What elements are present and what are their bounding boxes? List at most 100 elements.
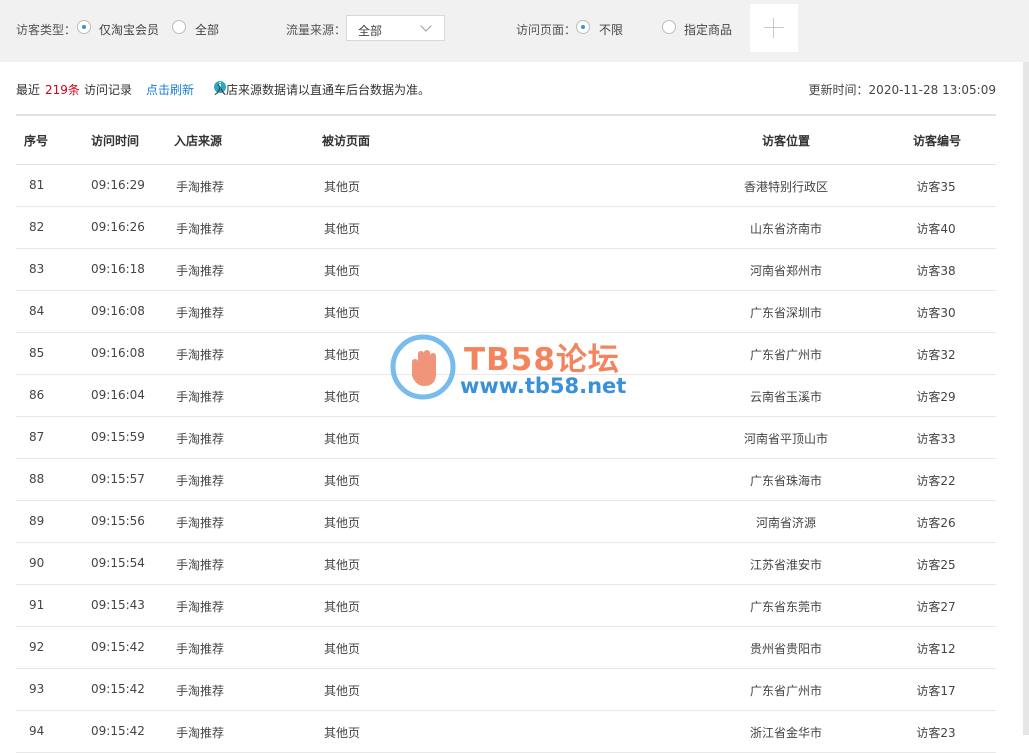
cell-page: 其他页: [324, 726, 361, 740]
cell-page: 其他页: [324, 306, 361, 320]
cell-source: 手淘推荐: [176, 390, 225, 404]
cell-source: 手淘推荐: [176, 726, 225, 740]
cell-visitor-id: 访客29: [916, 390, 956, 404]
watermark-url: www.tb58.net: [460, 374, 627, 398]
cell-source: 手淘推荐: [176, 306, 225, 320]
cell-page: 其他页: [324, 600, 361, 614]
cell-page: 其他页: [324, 390, 361, 404]
cell-time: 09:15:56: [91, 514, 145, 528]
cell-page: 其他页: [324, 180, 361, 194]
header-time: 访问时间: [91, 134, 140, 148]
cell-source: 手淘推荐: [176, 516, 225, 530]
cell-seq: 85: [29, 346, 45, 360]
traffic-source-select[interactable]: 全部: [346, 15, 445, 41]
cell-seq: 86: [29, 388, 45, 402]
records-label: 访问记录: [84, 83, 133, 97]
cell-visitor-id: 访客40: [916, 222, 956, 236]
cell-location: 云南省玉溪市: [749, 390, 822, 404]
cell-source: 手淘推荐: [176, 684, 225, 698]
cell-location: 河南省济源: [755, 516, 816, 530]
cell-visitor-id: 访客25: [916, 558, 956, 572]
info-notice-text: 入店来源数据请以直通车后台数据为准。: [214, 83, 431, 97]
table-row: 87 09:15:59 手淘推荐 其他页 河南省平顶山市 访客33: [16, 417, 996, 459]
radio-unlimited-label[interactable]: 不限: [599, 21, 623, 38]
table-row: 82 09:16:26 手淘推荐 其他页 山东省济南市 访客40: [16, 207, 996, 249]
cell-page: 其他页: [324, 474, 361, 488]
cell-seq: 87: [29, 430, 45, 444]
radio-specific-item[interactable]: [662, 20, 676, 34]
cell-page: 其他页: [324, 684, 361, 698]
cell-visitor-id: 访客32: [916, 348, 956, 362]
cell-page: 其他页: [324, 222, 361, 236]
radio-taobao-member[interactable]: [77, 20, 91, 34]
cell-source: 手淘推荐: [176, 348, 225, 362]
cell-visitor-id: 访客17: [916, 684, 956, 698]
cell-source: 手淘推荐: [176, 432, 225, 446]
cell-time: 09:15:42: [91, 724, 145, 738]
cell-seq: 88: [29, 472, 45, 486]
cell-location: 香港特别行政区: [743, 180, 828, 194]
radio-all-visitors-label[interactable]: 全部: [195, 21, 219, 38]
cell-seq: 82: [29, 220, 45, 234]
cell-time: 09:15:57: [91, 472, 145, 486]
summary-bar: 最近 219条 访问记录 点击刷新 i 入店来源数据请以直通车后台数据为准。 更新…: [16, 81, 996, 97]
record-count: 219条: [45, 83, 80, 97]
cell-source: 手淘推荐: [176, 474, 225, 488]
cell-location: 山东省济南市: [749, 222, 822, 236]
plus-icon-vertical: [773, 18, 774, 38]
cell-time: 09:16:18: [91, 262, 145, 276]
scrollbar[interactable]: [1023, 62, 1029, 735]
cell-location: 广东省珠海市: [749, 474, 822, 488]
cell-time: 09:16:26: [91, 220, 145, 234]
add-item-button[interactable]: [750, 4, 798, 52]
cell-page: 其他页: [324, 432, 361, 446]
watermark: TB58论坛 www.tb58.net: [388, 332, 648, 402]
cell-seq: 93: [29, 682, 45, 696]
radio-taobao-member-label[interactable]: 仅淘宝会员: [99, 21, 159, 38]
cell-page: 其他页: [324, 348, 361, 362]
cell-visitor-id: 访客38: [916, 264, 956, 278]
cell-seq: 83: [29, 262, 45, 276]
cell-visitor-id: 访客12: [916, 642, 956, 656]
cell-location: 广东省广州市: [749, 684, 822, 698]
cell-page: 其他页: [324, 264, 361, 278]
table-row: 88 09:15:57 手淘推荐 其他页 广东省珠海市 访客22: [16, 459, 996, 501]
cell-location: 广东省东莞市: [749, 600, 822, 614]
refresh-link[interactable]: 点击刷新: [146, 81, 194, 98]
header-location: 访客位置: [762, 134, 811, 148]
header-page: 被访页面: [322, 134, 371, 148]
cell-page: 其他页: [324, 558, 361, 572]
filter-bar: 访客类型： 仅淘宝会员 全部 流量来源： 全部 访问页面： 不限 指定商品: [0, 0, 1029, 62]
cell-location: 贵州省贵阳市: [749, 642, 822, 656]
header-source: 入店来源: [174, 134, 223, 148]
table-row: 90 09:15:54 手淘推荐 其他页 江苏省淮安市 访客25: [16, 543, 996, 585]
cell-location: 广东省深圳市: [749, 306, 822, 320]
cell-location: 河南省郑州市: [749, 264, 822, 278]
chevron-down-icon: [420, 20, 432, 32]
cell-location: 江苏省淮安市: [749, 558, 822, 572]
cell-time: 09:16:29: [91, 178, 145, 192]
cell-visitor-id: 访客33: [916, 432, 956, 446]
cell-seq: 91: [29, 598, 45, 612]
cell-time: 09:15:59: [91, 430, 145, 444]
table-row: 89 09:15:56 手淘推荐 其他页 河南省济源 访客26: [16, 501, 996, 543]
cell-seq: 89: [29, 514, 45, 528]
cell-source: 手淘推荐: [176, 642, 225, 656]
recent-prefix: 最近: [16, 83, 41, 97]
plus-icon: [764, 27, 784, 28]
cell-seq: 84: [29, 304, 45, 318]
radio-specific-item-label[interactable]: 指定商品: [684, 21, 732, 38]
table-header: 序号 访问时间 入店来源 被访页面 访客位置 访客编号: [16, 116, 996, 165]
table-row: 94 09:15:42 手淘推荐 其他页 浙江省金华市 访客23: [16, 711, 996, 753]
radio-all-visitors[interactable]: [172, 20, 186, 34]
cell-time: 09:15:43: [91, 598, 145, 612]
radio-unlimited[interactable]: [576, 20, 590, 34]
cell-visitor-id: 访客27: [916, 600, 956, 614]
cell-time: 09:16:08: [91, 346, 145, 360]
table-row: 81 09:16:29 手淘推荐 其他页 香港特别行政区 访客35: [16, 165, 996, 207]
traffic-source-value: 全部: [358, 24, 383, 38]
table-row: 91 09:15:43 手淘推荐 其他页 广东省东莞市 访客27: [16, 585, 996, 627]
cell-page: 其他页: [324, 642, 361, 656]
cell-time: 09:16:08: [91, 304, 145, 318]
cell-seq: 94: [29, 724, 45, 738]
